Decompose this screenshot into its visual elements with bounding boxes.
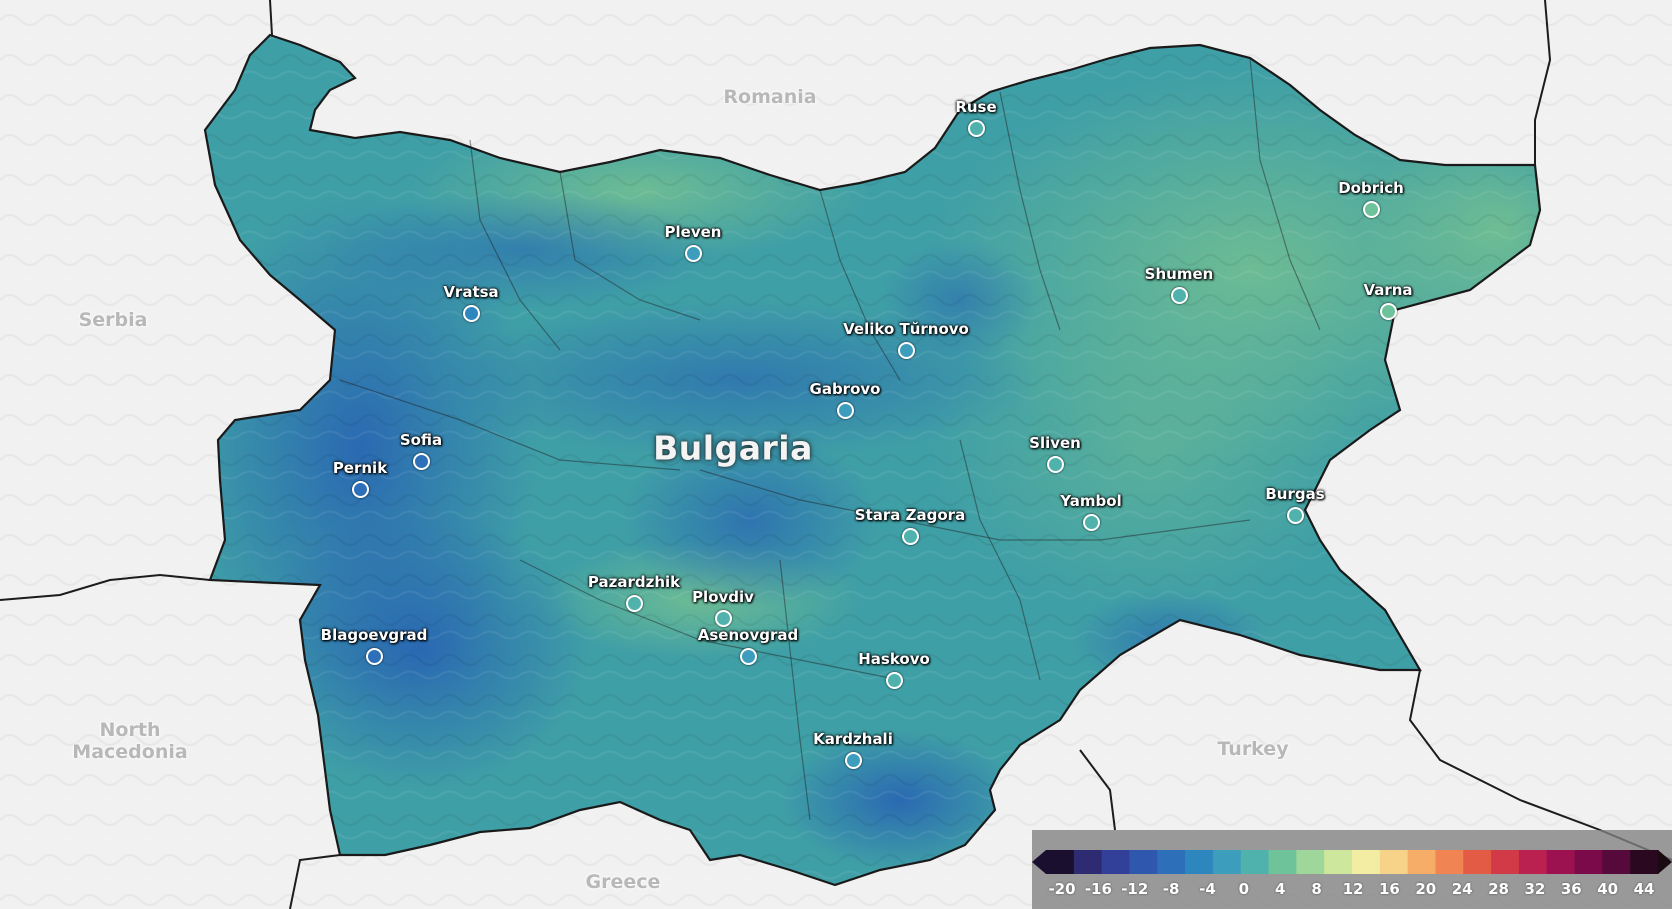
city-label: Burgas — [1265, 485, 1325, 503]
scale-tick-label: -12 — [1121, 880, 1149, 898]
country-label-serbia: Serbia — [78, 309, 148, 331]
city-marker-icon[interactable] — [715, 610, 732, 627]
city-marker-icon[interactable] — [886, 672, 903, 689]
city-label: Sliven — [1029, 434, 1081, 452]
scale-tick-label: 32 — [1524, 880, 1546, 898]
city-marker-icon[interactable] — [1380, 303, 1397, 320]
city-label: Blagoevgrad — [320, 626, 428, 644]
color-scale-segment — [1602, 850, 1631, 874]
city-label: Haskovo — [858, 650, 930, 668]
country-label-turkey: Turkey — [1217, 738, 1289, 760]
city-label: Plovdiv — [692, 588, 754, 606]
city-label: Stara Zagora — [854, 506, 966, 524]
color-scale-segment — [1101, 850, 1131, 874]
city-label: Veliko Tŭrnovo — [843, 320, 969, 338]
scale-tick-label: 0 — [1238, 880, 1250, 898]
city-label: Varna — [1363, 281, 1413, 299]
color-scale-segment — [1129, 850, 1158, 874]
city-label: Shumen — [1144, 265, 1214, 283]
city-label: Kardzhali — [813, 730, 893, 748]
country-label-romania: Romania — [723, 86, 817, 108]
scale-tick-label: 20 — [1415, 880, 1437, 898]
city-label: Pazardzhik — [587, 573, 681, 591]
city-label: Ruse — [955, 98, 997, 116]
color-scale-segment — [1491, 850, 1520, 874]
city-label: Pleven — [664, 223, 722, 241]
city-marker-icon[interactable] — [968, 120, 985, 137]
country-label-bulgaria: Bulgaria — [653, 428, 813, 468]
city-label: Pernik — [332, 459, 388, 477]
scale-tick-label: -8 — [1162, 880, 1180, 898]
color-scale-segment — [1073, 850, 1103, 874]
color-scale-segment — [1574, 850, 1603, 874]
color-scale-segment — [1046, 850, 1075, 874]
city-marker-icon[interactable] — [837, 402, 854, 419]
scale-tick-label: -4 — [1199, 880, 1216, 898]
city-label: Asenovgrad — [697, 626, 799, 644]
city-marker-icon[interactable] — [626, 595, 643, 612]
color-scale-legend: -20 -16 -12 -8 -4 0 4 8 12 16 20 24 28 32 36 40 44 — [1032, 830, 1672, 909]
city-label: Sofia — [399, 431, 443, 449]
scale-tick-label: -20 — [1048, 880, 1076, 898]
city-marker-icon[interactable] — [413, 453, 430, 470]
city-marker-icon[interactable] — [366, 648, 383, 665]
city-marker-icon[interactable] — [1047, 456, 1064, 473]
color-scale-segment — [1268, 850, 1297, 874]
scale-tick-label: 4 — [1275, 880, 1286, 898]
city-marker-icon[interactable] — [1363, 201, 1380, 218]
color-scale-segment — [1407, 850, 1437, 874]
city-marker-icon[interactable] — [1083, 514, 1100, 531]
city-marker-icon[interactable] — [898, 342, 915, 359]
scale-right-arrow-icon — [1658, 850, 1672, 874]
city-label: Gabrovo — [809, 380, 881, 398]
scale-tick-label: 36 — [1560, 880, 1582, 898]
color-scale-segment — [1630, 850, 1659, 874]
color-scale-segment — [1240, 850, 1270, 874]
city-marker-icon[interactable] — [740, 648, 757, 665]
map-canvas[interactable] — [0, 0, 1672, 909]
city-marker-icon[interactable] — [1287, 507, 1304, 524]
color-scale-segment — [1518, 850, 1548, 874]
city-marker-icon[interactable] — [845, 752, 862, 769]
country-label-north-macedonia: North Macedonia — [72, 719, 188, 763]
city-marker-icon[interactable] — [902, 528, 919, 545]
color-scale-segment — [1352, 850, 1381, 874]
scale-tick-label: 8 — [1311, 880, 1322, 898]
country-label-greece: Greece — [585, 871, 661, 893]
color-scale-bar — [1032, 850, 1672, 874]
city-label: Yambol — [1060, 492, 1122, 510]
scale-tick-label: 24 — [1451, 880, 1473, 898]
city-marker-icon[interactable] — [685, 245, 702, 262]
color-scale-segment — [1296, 850, 1325, 874]
color-scale-segment — [1212, 850, 1242, 874]
color-scale-segment — [1185, 850, 1214, 874]
color-scale-segment — [1546, 850, 1576, 874]
scale-tick-label: 28 — [1488, 880, 1509, 898]
city-marker-icon[interactable] — [1171, 287, 1188, 304]
city-label: Dobrich — [1338, 179, 1404, 197]
color-scale-segment — [1435, 850, 1464, 874]
city-marker-icon[interactable] — [463, 305, 480, 322]
city-marker-icon[interactable] — [352, 481, 369, 498]
scale-tick-label: 12 — [1342, 880, 1364, 898]
scale-tick-label: -16 — [1084, 880, 1112, 898]
city-label: Vratsa — [443, 283, 499, 301]
scale-tick-label: 40 — [1597, 880, 1619, 898]
map-stage: Serbia Romania North Macedonia Greece Tu… — [0, 0, 1672, 909]
color-scale-segment — [1379, 850, 1409, 874]
color-scale-segment — [1324, 850, 1353, 874]
scale-tick-label: 44 — [1633, 880, 1655, 898]
color-scale-segment — [1463, 850, 1492, 874]
scale-tick-label: 16 — [1378, 880, 1400, 898]
color-scale-segment — [1157, 850, 1186, 874]
scale-left-arrow-icon — [1032, 850, 1046, 874]
